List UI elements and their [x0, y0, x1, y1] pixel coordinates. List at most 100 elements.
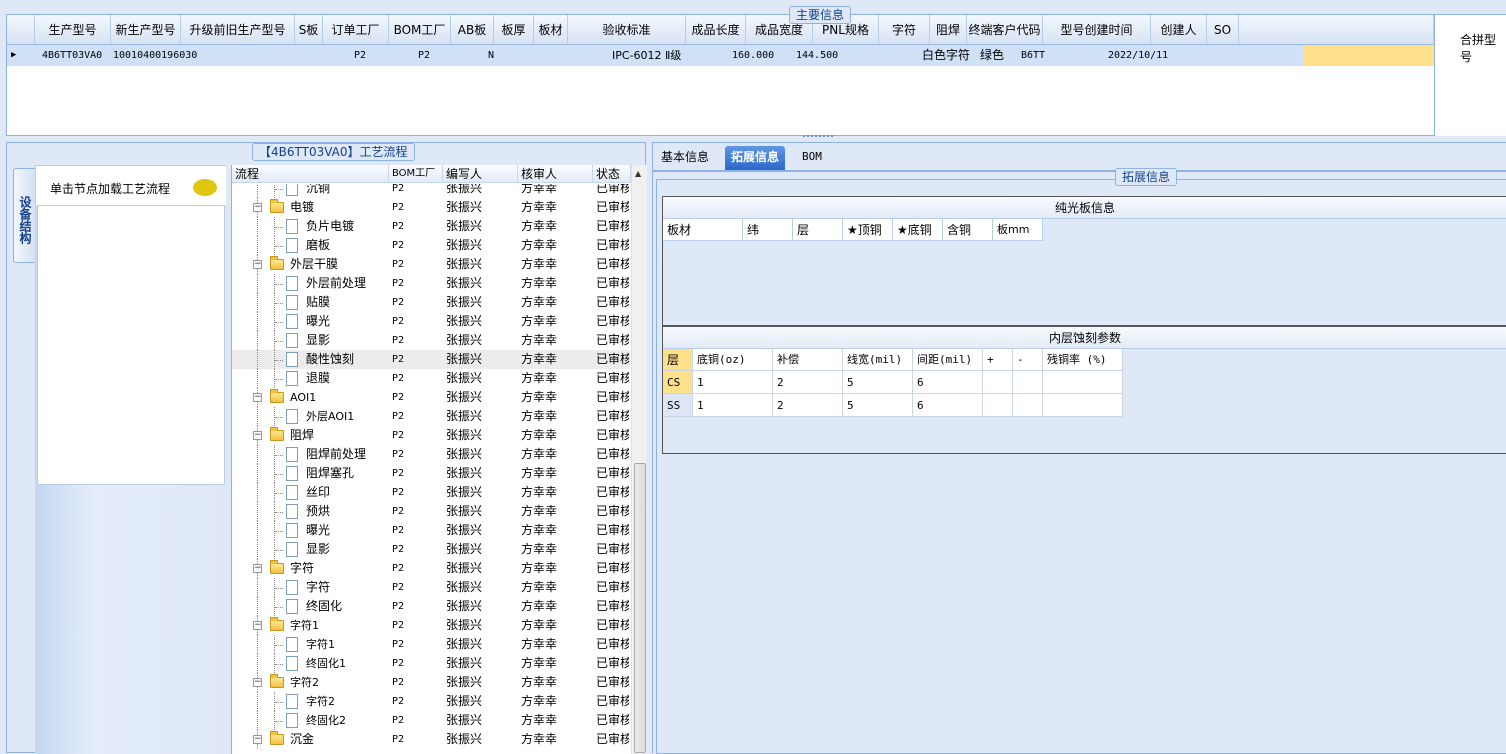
tree-row[interactable]: 酸性蚀刻 P2 张振兴 方幸幸 已审核 — [232, 350, 630, 369]
tree-row[interactable]: 沉铜 P2 张振兴 方幸幸 已审核 — [232, 184, 630, 198]
inner-etch-header[interactable]: 补偿 — [773, 349, 843, 371]
tree-column-header[interactable]: 核审人 — [518, 165, 593, 183]
device-structure-tab[interactable]: 设备结构 — [13, 168, 35, 263]
plain-board-header[interactable]: 含铜 — [943, 219, 993, 241]
column-header[interactable]: 创建人 — [1151, 15, 1207, 45]
inner-etch-header[interactable]: 残铜率 (%) — [1043, 349, 1123, 371]
tree-row[interactable]: − 阻焊 P2 张振兴 方幸幸 已审核 — [232, 426, 630, 445]
tree-row[interactable]: − 字符 P2 张振兴 方幸幸 已审核 — [232, 559, 630, 578]
tree-column-header[interactable]: BOM工厂 — [389, 165, 443, 183]
column-header[interactable]: 成品长度 — [686, 15, 746, 45]
inner-etch-cell[interactable] — [983, 371, 1013, 394]
tree-row[interactable]: 外层前处理 P2 张振兴 方幸幸 已审核 — [232, 274, 630, 293]
column-header[interactable]: 板厚 — [494, 15, 534, 45]
column-header[interactable]: 升级前旧生产型号 — [181, 15, 295, 45]
tree-row[interactable]: 曝光 P2 张振兴 方幸幸 已审核 — [232, 521, 630, 540]
tree-row[interactable]: 显影 P2 张振兴 方幸幸 已审核 — [232, 331, 630, 350]
tree-row[interactable]: 曝光 P2 张振兴 方幸幸 已审核 — [232, 312, 630, 331]
plain-board-header[interactable]: 板mm — [993, 219, 1043, 241]
tree-column-header[interactable]: 状态 — [593, 165, 631, 183]
cell-standard[interactable]: IPC-6012 Ⅱ级 — [612, 45, 681, 66]
column-header[interactable]: BOM工厂 — [389, 15, 451, 45]
tree-row[interactable]: 负片电镀 P2 张振兴 方幸幸 已审核 — [232, 217, 630, 236]
collapse-icon[interactable]: − — [253, 431, 262, 440]
grid-corner[interactable] — [7, 15, 35, 45]
column-header[interactable]: 验收标准 — [568, 15, 686, 45]
cell-created[interactable]: 2022/10/11 — [1108, 45, 1168, 66]
inner-etch-cell[interactable]: 5 — [843, 394, 913, 417]
cell-length[interactable]: 160.000 — [732, 45, 774, 66]
inner-etch-cell[interactable]: 2 — [773, 394, 843, 417]
inner-etch-cell[interactable]: 6 — [913, 371, 983, 394]
tree-row[interactable]: 贴膜 P2 张振兴 方幸幸 已审核 — [232, 293, 630, 312]
splitter-handle[interactable] — [803, 135, 833, 138]
highlight-cell[interactable] — [1303, 45, 1434, 66]
inner-etch-cell[interactable]: 1 — [693, 394, 773, 417]
main-grid-row[interactable]: ▶ 4B6TT03VA0 10010400196030 P2 P2 N IPC-… — [7, 45, 1434, 66]
collapse-icon[interactable]: − — [253, 260, 262, 269]
column-header[interactable]: SO — [1207, 15, 1239, 45]
cell-bom-factory[interactable]: P2 — [418, 45, 430, 66]
cell-mask[interactable]: 绿色 — [980, 45, 1004, 66]
plain-board-header[interactable]: ★底铜 — [893, 219, 943, 241]
node-header[interactable]: 单击节点加载工艺流程 — [35, 165, 227, 207]
tab-bom[interactable]: BOM — [796, 146, 828, 170]
inner-etch-header[interactable]: 线宽(mil) — [843, 349, 913, 371]
cell-ab[interactable]: N — [488, 45, 494, 66]
tree-row[interactable]: 显影 P2 张振兴 方幸幸 已审核 — [232, 540, 630, 559]
tree-row[interactable]: − 电镀 P2 张振兴 方幸幸 已审核 — [232, 198, 630, 217]
plain-board-header[interactable]: 板材 — [663, 219, 743, 241]
inner-etch-header[interactable]: 底铜(oz) — [693, 349, 773, 371]
tree-row[interactable]: 终固化2 P2 张振兴 方幸幸 已审核 — [232, 711, 630, 730]
tree-row[interactable]: 外层AOI1 P2 张振兴 方幸幸 已审核 — [232, 407, 630, 426]
inner-etch-cell[interactable] — [983, 394, 1013, 417]
tree-row[interactable]: 丝印 P2 张振兴 方幸幸 已审核 — [232, 483, 630, 502]
inner-etch-cell[interactable]: 6 — [913, 394, 983, 417]
cell-char[interactable]: 白色字符 — [922, 45, 970, 66]
inner-etch-cell[interactable]: 5 — [843, 371, 913, 394]
scroll-thumb[interactable] — [634, 463, 646, 753]
column-header[interactable]: S板 — [295, 15, 323, 45]
tree-column-header[interactable]: 编写人 — [443, 165, 518, 183]
tab-basic-info[interactable]: 基本信息 — [655, 146, 715, 170]
inner-etch-cell[interactable] — [1013, 371, 1043, 394]
scroll-up-icon[interactable]: ▲ — [635, 169, 641, 178]
comment-icon[interactable] — [193, 179, 217, 196]
collapse-icon[interactable]: − — [253, 203, 262, 212]
collapse-icon[interactable]: − — [253, 621, 262, 630]
tree-row[interactable]: 阻焊塞孔 P2 张振兴 方幸幸 已审核 — [232, 464, 630, 483]
inner-etch-header[interactable]: + — [983, 349, 1013, 371]
cell-order-factory[interactable]: P2 — [354, 45, 366, 66]
tree-row[interactable]: − 沉金 P2 张振兴 方幸幸 已审核 — [232, 730, 630, 749]
tree-row[interactable]: 终固化1 P2 张振兴 方幸幸 已审核 — [232, 654, 630, 673]
plain-board-header[interactable]: 层 — [793, 219, 843, 241]
tree-row[interactable]: 终固化 P2 张振兴 方幸幸 已审核 — [232, 597, 630, 616]
inner-etch-cell[interactable] — [1043, 394, 1123, 417]
tree-row[interactable]: 字符2 P2 张振兴 方幸幸 已审核 — [232, 692, 630, 711]
cell-width[interactable]: 144.500 — [796, 45, 838, 66]
column-header[interactable]: 生产型号 — [35, 15, 111, 45]
layer-cell[interactable]: SS — [663, 394, 693, 417]
collapse-icon[interactable]: − — [253, 678, 262, 687]
column-header[interactable]: AB板 — [451, 15, 494, 45]
tree-row[interactable]: 预烘 P2 张振兴 方幸幸 已审核 — [232, 502, 630, 521]
column-header[interactable]: 阻焊 — [930, 15, 967, 45]
tree-row[interactable]: − 外层干膜 P2 张振兴 方幸幸 已审核 — [232, 255, 630, 274]
column-header[interactable]: 字符 — [879, 15, 930, 45]
column-header[interactable]: 订单工厂 — [323, 15, 389, 45]
cell-customer[interactable]: B6TT — [1021, 45, 1045, 66]
tree-row[interactable]: 退膜 P2 张振兴 方幸幸 已审核 — [232, 369, 630, 388]
tree-row[interactable]: − AOI1 P2 张振兴 方幸幸 已审核 — [232, 388, 630, 407]
layer-cell[interactable]: CS — [663, 371, 693, 394]
inner-etch-cell[interactable]: 2 — [773, 371, 843, 394]
inner-etch-header[interactable]: - — [1013, 349, 1043, 371]
tree-row[interactable]: 字符1 P2 张振兴 方幸幸 已审核 — [232, 635, 630, 654]
plain-board-header[interactable]: ★顶铜 — [843, 219, 893, 241]
inner-etch-cell[interactable] — [1013, 394, 1043, 417]
tree-row[interactable]: 阻焊前处理 P2 张振兴 方幸幸 已审核 — [232, 445, 630, 464]
column-header[interactable]: 新生产型号 — [111, 15, 181, 45]
tree-row[interactable]: − 字符2 P2 张振兴 方幸幸 已审核 — [232, 673, 630, 692]
tree-row[interactable]: 磨板 P2 张振兴 方幸幸 已审核 — [232, 236, 630, 255]
cell-prod-model[interactable]: 4B6TT03VA0 — [42, 45, 102, 66]
inner-etch-cell[interactable] — [1043, 371, 1123, 394]
